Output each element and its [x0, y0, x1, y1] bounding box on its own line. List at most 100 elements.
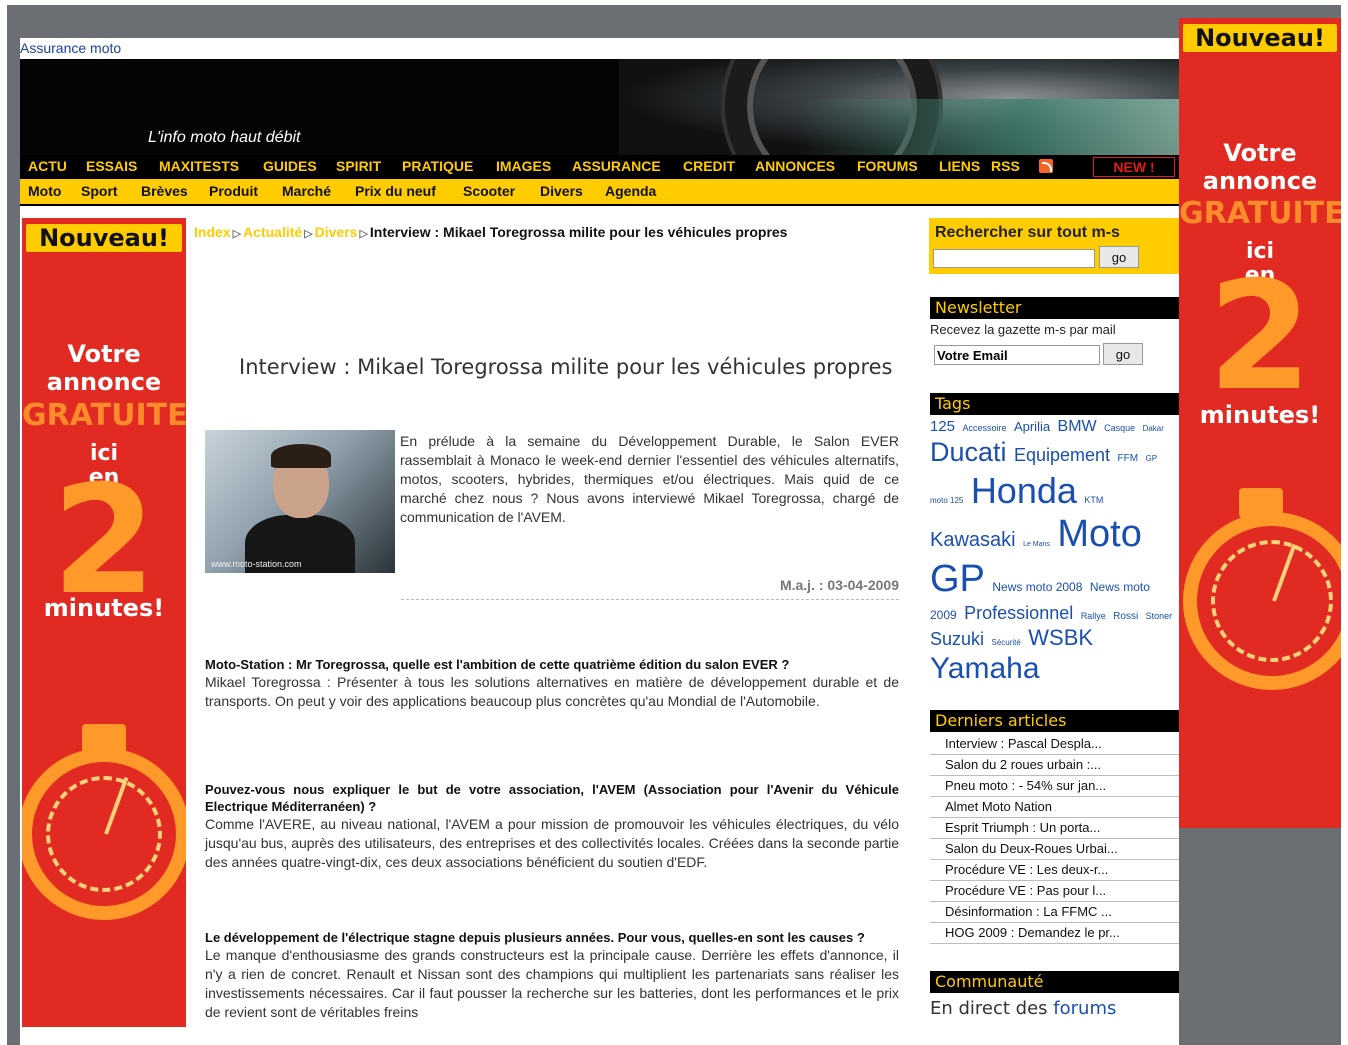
tag-link[interactable]: Kawasaki	[930, 529, 1016, 551]
nav-liens[interactable]: LIENS	[939, 158, 980, 174]
tag-link[interactable]: Honda	[971, 470, 1077, 511]
ad-gratuite-label: GRATUITE	[1179, 196, 1341, 231]
assurance-moto-link[interactable]: Assurance moto	[20, 40, 121, 56]
nav-credit[interactable]: CREDIT	[683, 158, 735, 174]
tag-link[interactable]: Rossi	[1113, 611, 1138, 622]
tag-link[interactable]: FFM	[1118, 453, 1139, 464]
nav-rss[interactable]: RSS	[991, 158, 1020, 174]
nav-maxitests[interactable]: MAXITESTS	[159, 158, 239, 174]
chevron-right-icon: ▷	[232, 228, 242, 240]
site-tagline: L'info moto haut débit	[148, 129, 301, 146]
recent-articles-heading: Derniers articles	[930, 710, 1179, 732]
nav-images[interactable]: IMAGES	[496, 158, 551, 174]
photo-subject-hair	[271, 444, 331, 468]
breadcrumb-current: Interview : Mikael Toregrossa milite pou…	[369, 224, 788, 240]
subnav-prix-du-neuf[interactable]: Prix du neuf	[355, 183, 436, 199]
right-ad-banner[interactable]: Nouveau! Votre annonce GRATUITE ici en 2…	[1179, 18, 1341, 828]
ad-annonce-label: annonce	[46, 368, 162, 396]
tag-link[interactable]: Rallye	[1081, 611, 1106, 621]
tag-link[interactable]: Professionnel	[964, 603, 1073, 623]
subnav-marche[interactable]: Marché	[282, 183, 331, 199]
nav-essais[interactable]: ESSAIS	[86, 158, 137, 174]
article-intro: En prélude à la semaine du Développement…	[400, 433, 899, 525]
ad-votre-label: Votre	[1223, 139, 1297, 167]
search-input[interactable]	[933, 249, 1095, 268]
recent-article-link[interactable]: Almet Moto Nation	[930, 797, 1179, 818]
recent-article-link[interactable]: Procédure VE : Pas pour l...	[930, 881, 1179, 902]
breadcrumb-divers[interactable]: Divers	[315, 224, 358, 240]
tag-link[interactable]: News moto 2008	[992, 580, 1082, 594]
nav-forums[interactable]: FORUMS	[857, 158, 918, 174]
update-date: M.a.j. : 03-04-2009	[401, 577, 899, 600]
nav-annonces[interactable]: ANNONCES	[755, 158, 835, 174]
main-nav: ACTU ESSAIS MAXITESTS GUIDES SPIRIT PRAT…	[20, 155, 1179, 179]
forums-link[interactable]: forums	[1053, 998, 1116, 1019]
subnav-moto[interactable]: Moto	[28, 183, 61, 199]
tag-link[interactable]: Aprilia	[1014, 419, 1050, 434]
subnav-produit[interactable]: Produit	[209, 183, 258, 199]
rss-icon[interactable]	[1039, 159, 1053, 173]
recent-article-link[interactable]: Salon du 2 roues urbain :...	[930, 755, 1179, 776]
qa-block: Moto-Station : Mr Toregrossa, quelle est…	[205, 656, 899, 711]
tag-link[interactable]: Casque	[1104, 423, 1135, 433]
community-text: En direct des forums	[930, 998, 1116, 1019]
subnav-breves[interactable]: Brèves	[141, 183, 188, 199]
question: Pouvez-vous nous expliquer le but de vot…	[205, 782, 899, 814]
tag-link[interactable]: 125	[930, 418, 955, 435]
answer: Comme l'AVERE, au niveau national, l'AVE…	[205, 816, 899, 870]
subnav-agenda[interactable]: Agenda	[605, 183, 656, 199]
newsletter-email-input[interactable]	[934, 345, 1100, 365]
recent-article-link[interactable]: Désinformation : La FFMC ...	[930, 902, 1179, 923]
tag-link[interactable]: Suzuki	[930, 629, 984, 649]
recent-article-link[interactable]: Pneu moto : - 54% sur jan...	[930, 776, 1179, 797]
tag-link[interactable]: GP	[1146, 454, 1158, 463]
ad-minutes-label: minutes!	[1199, 401, 1321, 429]
breadcrumb-actualite[interactable]: Actualité	[243, 224, 302, 240]
nav-spirit[interactable]: SPIRIT	[336, 158, 381, 174]
stopwatch-dial	[46, 776, 162, 892]
tag-link[interactable]: Equipement	[1014, 445, 1110, 465]
recent-article-link[interactable]: Interview : Pascal Despla...	[930, 734, 1179, 755]
chevron-right-icon: ▷	[359, 228, 368, 240]
tag-link[interactable]: Yamaha	[930, 652, 1040, 685]
nav-guides[interactable]: GUIDES	[263, 158, 317, 174]
subnav-sport[interactable]: Sport	[81, 183, 118, 199]
article-photo: www.moto-station.com	[205, 430, 395, 573]
nav-assurance[interactable]: ASSURANCE	[572, 158, 661, 174]
search-go-button[interactable]: go	[1099, 246, 1139, 268]
newsletter-go-button[interactable]: go	[1103, 343, 1143, 365]
subnav-scooter[interactable]: Scooter	[463, 183, 515, 199]
tag-link[interactable]: Sécurité	[991, 638, 1020, 647]
recent-article-link[interactable]: Procédure VE : Les deux-r...	[930, 860, 1179, 881]
tag-link[interactable]: KTM	[1084, 495, 1103, 505]
tag-link[interactable]: Stoner	[1146, 611, 1173, 621]
nav-pratique[interactable]: PRATIQUE	[402, 158, 473, 174]
tag-link[interactable]: Le Mans	[1023, 541, 1050, 548]
nav-actu[interactable]: ACTU	[28, 158, 67, 174]
subnav-divers[interactable]: Divers	[540, 183, 583, 199]
photo-watermark: www.moto-station.com	[211, 559, 302, 569]
question: Le développement de l'électrique stagne …	[205, 930, 865, 945]
recent-article-link[interactable]: Salon du Deux-Roues Urbai...	[930, 839, 1179, 860]
sub-nav: Moto Sport Brèves Produit Marché Prix du…	[20, 179, 1179, 206]
article-title: Interview : Mikael Toregrossa milite pou…	[239, 355, 893, 379]
ad-number: 2	[1207, 250, 1313, 424]
stopwatch-icon	[22, 748, 186, 920]
chevron-right-icon: ▷	[304, 228, 313, 240]
tag-link[interactable]: moto 125	[930, 496, 963, 505]
ad-gratuite-label: GRATUITE	[22, 398, 186, 433]
tag-link[interactable]: Ducati	[930, 437, 1007, 467]
tag-link[interactable]: Accessoire	[962, 423, 1006, 433]
breadcrumb-index[interactable]: Index	[194, 224, 231, 240]
new-badge[interactable]: NEW !	[1093, 157, 1175, 177]
left-ad-banner[interactable]: Nouveau! Votre annonce GRATUITE ici en 2…	[22, 218, 186, 1027]
tag-link[interactable]: Dakar	[1143, 424, 1164, 433]
tag-link[interactable]: WSBK	[1028, 625, 1093, 650]
recent-article-link[interactable]: HOG 2009 : Demandez le pr...	[930, 923, 1179, 944]
ad-nouveau-label: Nouveau!	[26, 224, 182, 252]
recent-article-link[interactable]: Esprit Triumph : Un porta...	[930, 818, 1179, 839]
tag-link[interactable]: BMW	[1058, 418, 1097, 435]
ad-annonce-label: annonce	[1202, 167, 1318, 195]
qa-block: Pouvez-vous nous expliquer le but de vot…	[205, 781, 899, 872]
banner-highlight	[799, 99, 1179, 155]
